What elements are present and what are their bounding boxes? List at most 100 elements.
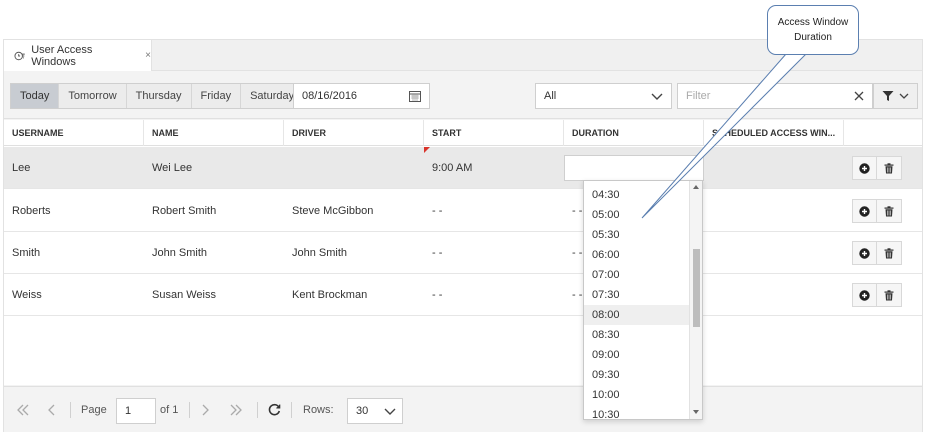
duration-dropdown-list: 04:30 05:00 05:30 06:00 07:00 07:30 08:0… (583, 180, 703, 420)
cell-driver (284, 147, 292, 189)
calendar-icon[interactable] (409, 90, 421, 102)
cell-username: Smith (12, 247, 41, 259)
table-row[interactable]: Lee Wei Lee 9:00 AM (4, 147, 922, 189)
last-page-icon[interactable] (229, 404, 243, 416)
add-button[interactable] (853, 200, 877, 222)
first-page-icon[interactable] (16, 404, 30, 416)
cell-name: Robert Smith (152, 205, 217, 217)
callout-access-window-duration: Access Window Duration (767, 5, 859, 55)
chevron-down-icon (651, 93, 663, 100)
cell-username: Lee (12, 162, 31, 174)
refresh-icon[interactable] (268, 403, 281, 416)
group-select[interactable]: All (535, 83, 672, 109)
row-actions (852, 199, 902, 223)
trash-icon (884, 247, 894, 258)
cell-name: John Smith (152, 247, 208, 259)
day-button-tomorrow[interactable]: Tomorrow (59, 84, 127, 108)
callout-line-2: Duration (794, 32, 832, 43)
pager-divider (189, 402, 190, 418)
duration-option[interactable]: 09:30 (584, 365, 689, 385)
cell-username: Roberts (12, 205, 51, 217)
trash-icon (884, 205, 894, 216)
table-row[interactable]: Weiss Susan Weiss Kent Brockman - - - - (4, 274, 922, 316)
chevron-down-icon (899, 93, 909, 99)
duration-option[interactable]: 05:30 (584, 225, 689, 245)
tab-user-access-windows[interactable]: User Access Windows × (4, 40, 152, 71)
filter-placeholder: Filter (686, 90, 711, 102)
cell-start: - - (432, 289, 443, 301)
duration-option[interactable]: 06:00 (584, 245, 689, 265)
column-header-scheduled-access-window[interactable]: SCHEDULED ACCESS WIN... (704, 120, 844, 146)
duration-option[interactable]: 10:00 (584, 385, 689, 405)
callout-line-1: Access Window (777, 17, 849, 28)
prev-page-icon[interactable] (48, 404, 56, 416)
page-number-value: 1 (125, 405, 132, 417)
duration-option[interactable]: 05:00 (584, 205, 689, 225)
day-button-today[interactable]: Today (11, 84, 60, 108)
duration-option-highlighted[interactable]: 08:00 (584, 305, 689, 325)
duration-option[interactable]: 09:00 (584, 345, 689, 365)
tab-label: User Access Windows (31, 43, 93, 68)
duration-option[interactable]: 07:30 (584, 285, 689, 305)
pager-divider (291, 402, 292, 418)
scroll-down-icon[interactable] (693, 410, 699, 414)
dropdown-scrollbar[interactable] (689, 181, 702, 419)
tab-close-icon[interactable]: × (145, 50, 151, 61)
delete-button[interactable] (877, 200, 901, 222)
clear-icon[interactable] (852, 89, 866, 103)
scrollbar-thumb[interactable] (693, 249, 700, 327)
cell-duration: - - (572, 289, 583, 301)
rows-per-page-select[interactable]: 30 (347, 398, 403, 424)
day-selector: Today Tomorrow Thursday Friday Saturday (10, 83, 306, 109)
add-button[interactable] (853, 157, 877, 179)
table-row[interactable]: Roberts Robert Smith Steve McGibbon - - … (4, 190, 922, 232)
pager: Page 1 of 1 Rows: 30 (4, 386, 922, 432)
cell-driver: Steve McGibbon (292, 205, 374, 217)
clock-filter-icon (14, 51, 25, 60)
day-button-thursday[interactable]: Thursday (126, 84, 192, 108)
delete-button[interactable] (877, 242, 901, 264)
duration-select[interactable] (564, 155, 704, 181)
page-count-label: of 1 (160, 404, 179, 416)
cell-start: - - (432, 205, 443, 217)
row-actions (852, 283, 902, 307)
row-actions (852, 156, 902, 180)
column-header-name[interactable]: NAME (144, 120, 284, 146)
table-row[interactable]: Smith John Smith John Smith - - - - (4, 232, 922, 274)
column-header-start[interactable]: START (424, 120, 564, 146)
plus-circle-icon (859, 162, 870, 174)
add-button[interactable] (853, 284, 877, 306)
chevron-down-icon (687, 164, 695, 169)
duration-option[interactable]: 07:00 (584, 265, 689, 285)
plus-circle-icon (859, 247, 870, 259)
day-button-friday[interactable]: Friday (191, 84, 242, 108)
column-header-driver[interactable]: DRIVER (284, 120, 424, 146)
column-header-username[interactable]: USERNAME (4, 120, 144, 146)
delete-button[interactable] (877, 157, 901, 179)
cell-driver: Kent Brockman (292, 289, 368, 301)
date-value: 08/16/2016 (302, 90, 358, 102)
filter-menu-button[interactable] (873, 83, 918, 109)
cell-name: Susan Weiss (152, 289, 216, 301)
duration-option[interactable]: 10:30 (584, 405, 689, 419)
add-button[interactable] (853, 242, 877, 264)
date-picker[interactable]: 08/16/2016 (293, 83, 430, 109)
trash-icon (884, 162, 894, 173)
row-actions (852, 241, 902, 265)
chevron-down-icon (384, 408, 396, 415)
cell-username: Weiss (12, 289, 42, 301)
cell-start: - - (432, 247, 443, 259)
next-page-icon[interactable] (201, 404, 209, 416)
cell-duration: - - (572, 205, 583, 217)
duration-option[interactable]: 08:30 (584, 325, 689, 345)
delete-button[interactable] (877, 284, 901, 306)
rows-per-page-value: 30 (356, 405, 369, 417)
filter-input[interactable]: Filter (677, 83, 873, 109)
column-header-duration[interactable]: DURATION (564, 120, 704, 146)
pager-divider (70, 402, 71, 418)
page-number-input[interactable]: 1 (116, 398, 156, 424)
cell-start[interactable]: 9:00 AM (424, 147, 472, 189)
scroll-up-icon[interactable] (693, 185, 699, 189)
cell-name: Wei Lee (152, 162, 193, 174)
duration-option[interactable]: 04:30 (584, 185, 689, 205)
